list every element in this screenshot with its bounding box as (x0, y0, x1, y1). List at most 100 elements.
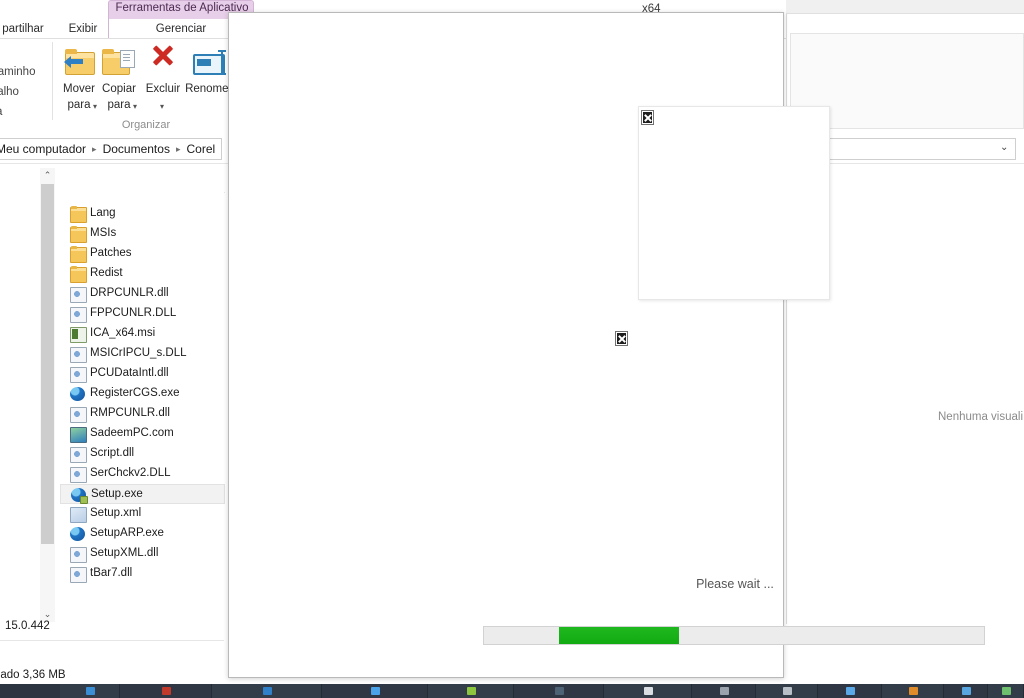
file-name-label: SerChckv2.DLL (90, 467, 171, 479)
taskbar-button[interactable] (944, 684, 988, 698)
breadcrumb[interactable]: Meu computador ▸ Documentos ▸ Corel (0, 140, 215, 158)
taskbar-app-icon (962, 687, 971, 695)
taskbar-app-icon (162, 687, 171, 695)
taskbar-button[interactable] (988, 684, 1024, 698)
breadcrumb-separator-icon: ▸ (175, 144, 181, 154)
taskbar-app-icon (1002, 687, 1011, 695)
taskbar-button[interactable] (120, 684, 212, 698)
details-pane-divider (0, 640, 224, 641)
file-list-item[interactable]: DRPCUNLR.dll (60, 284, 225, 304)
msi-installer-icon (70, 327, 87, 343)
folder-icon (70, 226, 87, 243)
file-list-item[interactable]: RMPCUNLR.dll (60, 404, 225, 424)
installer-status-text: Please wait ... (696, 577, 774, 591)
delete-button[interactable]: Excluir (140, 45, 186, 96)
breadcrumb-item-0[interactable]: Meu computador (0, 142, 86, 156)
ribbon-item-2[interactable]: caminho (0, 66, 35, 78)
installer-splash-image-box (638, 106, 830, 300)
file-list-item[interactable]: MSIs (60, 224, 225, 244)
file-name-label: tBar7.dll (90, 567, 133, 579)
file-list-item[interactable]: MSICrIPCU_s.DLL (60, 344, 225, 364)
taskbar-button[interactable] (604, 684, 692, 698)
file-name-label: Patches (90, 247, 132, 259)
taskbar-app-icon (555, 687, 564, 695)
broken-image-icon (615, 331, 628, 346)
dll-file-icon (70, 547, 87, 563)
preview-empty-message: Nenhuma visuali (938, 411, 1024, 423)
breadcrumb-separator-icon: ▸ (92, 144, 97, 154)
installer-progress-bar (483, 626, 985, 645)
taskbar-app-icon (467, 687, 476, 695)
explorer-titlebar-strip (786, 0, 1024, 14)
scrollbar-thumb[interactable] (41, 184, 54, 544)
file-list-item[interactable]: Script.dll (60, 444, 225, 464)
file-name-label: DRPCUNLR.dll (90, 287, 169, 299)
broken-image-icon (641, 110, 654, 125)
taskbar-button[interactable] (818, 684, 882, 698)
file-list-item[interactable]: Setup.exe (60, 484, 225, 504)
dll-file-icon (70, 567, 87, 583)
file-list-item[interactable]: PCUDataIntl.dll (60, 364, 225, 384)
file-list-item[interactable]: Patches (60, 244, 225, 264)
file-list-item[interactable]: Setup.xml (60, 504, 225, 524)
file-list-item[interactable]: ICA_x64.msi (60, 324, 225, 344)
copy-to-caret-icon[interactable]: ▾ (133, 102, 137, 111)
file-list-item[interactable]: SadeemPC.com (60, 424, 225, 444)
taskbar-app-icon (371, 687, 380, 695)
status-bar-text: nado 3,36 MB (0, 669, 66, 681)
breadcrumb-item-2[interactable]: Corel (186, 142, 215, 156)
taskbar-button[interactable] (514, 684, 604, 698)
file-name-label: SadeemPC.com (90, 427, 174, 439)
file-list-item[interactable]: SerChckv2.DLL (60, 464, 225, 484)
file-list-item[interactable]: Redist (60, 264, 225, 284)
delete-label: Excluir (145, 83, 181, 95)
file-list-item[interactable]: tBar7.dll (60, 564, 225, 584)
taskbar-button[interactable] (882, 684, 944, 698)
tab-compartilhar[interactable]: partilhar (0, 19, 58, 39)
taskbar-app-icon (846, 687, 855, 695)
ribbon-group-divider (52, 42, 53, 120)
dll-file-icon (70, 367, 87, 383)
dll-file-icon (70, 347, 87, 363)
scroll-up-icon[interactable]: ⌃ (40, 168, 55, 183)
file-list-item[interactable]: SetupXML.dll (60, 544, 225, 564)
file-name-label: RMPCUNLR.dll (90, 407, 170, 419)
file-list-item[interactable]: RegisterCGS.exe (60, 384, 225, 404)
folder-icon (70, 266, 87, 283)
file-name-label: MSICrIPCU_s.DLL (90, 347, 187, 359)
installer-dialog: Please wait ... (228, 12, 985, 678)
taskbar-app-icon (86, 687, 95, 695)
taskbar-button[interactable] (428, 684, 514, 698)
ribbon-item-3[interactable]: talho (0, 86, 19, 98)
file-name-label: Redist (90, 267, 123, 279)
dll-file-icon (70, 407, 87, 423)
chevron-down-icon[interactable]: ⌄ (1000, 143, 1008, 153)
xml-file-icon (70, 507, 87, 523)
copy-to-label-line1: Copiar (102, 83, 136, 95)
ribbon-item-4[interactable]: a (0, 106, 2, 118)
taskbar-button[interactable] (692, 684, 756, 698)
breadcrumb-item-1[interactable]: Documentos (103, 142, 170, 156)
file-list-item[interactable]: SetupARP.exe (60, 524, 225, 544)
app-image-icon (70, 427, 87, 443)
taskbar[interactable] (0, 684, 1024, 698)
globe-gear-exe-icon (71, 488, 88, 504)
file-list-item[interactable]: FPPCUNLR.DLL (60, 304, 225, 324)
dll-file-icon (70, 287, 87, 303)
file-name-label: MSIs (90, 227, 117, 239)
taskbar-app-icon (263, 687, 272, 695)
dll-file-icon (70, 307, 87, 323)
taskbar-button[interactable] (756, 684, 818, 698)
file-name-label: SetupXML.dll (90, 547, 159, 559)
tab-exibir[interactable]: Exibir (58, 19, 108, 39)
progress-bar-fill (559, 627, 679, 644)
file-name-label: Setup.xml (90, 507, 142, 519)
delete-caret-icon[interactable]: ▾ (160, 102, 164, 111)
file-list-item[interactable]: Lang (60, 204, 225, 224)
taskbar-button[interactable] (322, 684, 428, 698)
file-name-label: ICA_x64.msi (90, 327, 156, 339)
taskbar-button[interactable] (212, 684, 322, 698)
taskbar-button[interactable] (60, 684, 120, 698)
file-name-label: Script.dll (90, 447, 135, 459)
taskbar-app-icon (783, 687, 792, 695)
